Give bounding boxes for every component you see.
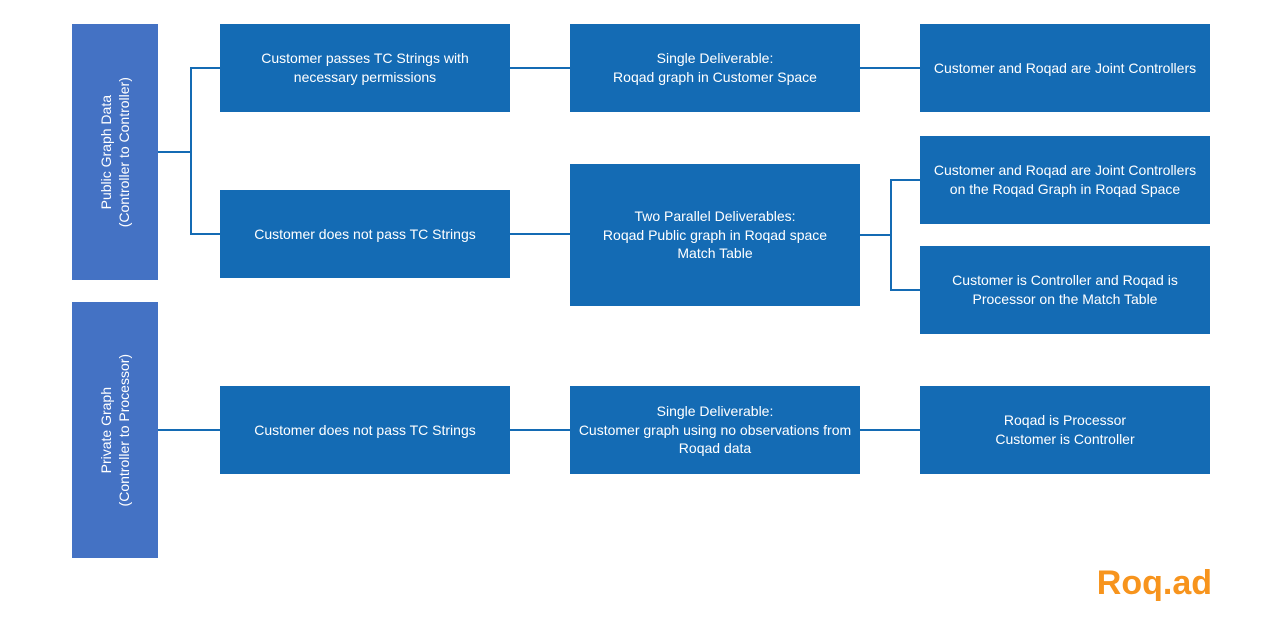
label-public-line2: (Controller to Controller) bbox=[116, 77, 132, 227]
conn-r1-bc bbox=[860, 67, 920, 69]
text-row3-c1: Roqad is Processor bbox=[1004, 412, 1126, 428]
conn-r3-ab bbox=[510, 429, 570, 431]
box-row3-b: Single Deliverable: Customer graph using… bbox=[570, 386, 860, 474]
box-row3-c: Roqad is Processor Customer is Controlle… bbox=[920, 386, 1210, 474]
text-row3-b1: Single Deliverable: bbox=[657, 403, 774, 419]
label-public-line1: Public Graph Data bbox=[98, 95, 114, 209]
box-row2-a: Customer does not pass TC Strings bbox=[220, 190, 510, 278]
conn-pub-stem bbox=[158, 151, 190, 153]
text-row2-b1: Two Parallel Deliverables: bbox=[634, 208, 795, 224]
conn-priv-a bbox=[158, 429, 220, 431]
brand-logo: Roq.ad bbox=[1097, 564, 1212, 603]
text-row2-a: Customer does not pass TC Strings bbox=[254, 225, 476, 244]
conn-pub-top bbox=[190, 67, 220, 69]
conn-r1-ab bbox=[510, 67, 570, 69]
box-row2-c1: Customer and Roqad are Joint Controllers… bbox=[920, 136, 1210, 224]
label-private-line2: (Controller to Processor) bbox=[116, 354, 132, 507]
text-row2-c1: Customer and Roqad are Joint Controllers… bbox=[928, 161, 1202, 199]
label-private-line1: Private Graph bbox=[98, 387, 114, 473]
text-row2-b2: Roqad Public graph in Roqad space bbox=[603, 227, 827, 243]
box-row1-a: Customer passes TC Strings with necessar… bbox=[220, 24, 510, 112]
text-row1-b2: Roqad graph in Customer Space bbox=[613, 69, 817, 85]
text-row2-c2: Customer is Controller and Roqad is Proc… bbox=[928, 271, 1202, 309]
label-public-graph: Public Graph Data (Controller to Control… bbox=[72, 24, 158, 280]
brand-text: Roq.ad bbox=[1097, 564, 1212, 602]
conn-r2-bot bbox=[890, 289, 920, 291]
box-row3-a: Customer does not pass TC Strings bbox=[220, 386, 510, 474]
text-row2-b3: Match Table bbox=[677, 245, 752, 261]
conn-pub-vert bbox=[190, 67, 192, 235]
text-row1-b1: Single Deliverable: bbox=[657, 50, 774, 66]
text-row1-c: Customer and Roqad are Joint Controllers bbox=[934, 59, 1196, 78]
conn-r3-bc bbox=[860, 429, 920, 431]
conn-r2-vert bbox=[890, 179, 892, 291]
text-row3-b2: Customer graph using no observations fro… bbox=[579, 422, 851, 457]
conn-pub-bot bbox=[190, 233, 220, 235]
box-row1-b: Single Deliverable: Roqad graph in Custo… bbox=[570, 24, 860, 112]
text-row1-a: Customer passes TC Strings with necessar… bbox=[228, 49, 502, 87]
box-row2-c2: Customer is Controller and Roqad is Proc… bbox=[920, 246, 1210, 334]
label-private-graph: Private Graph (Controller to Processor) bbox=[72, 302, 158, 558]
conn-r2-b-stem bbox=[860, 234, 890, 236]
conn-r2-ab bbox=[510, 233, 570, 235]
text-row3-a: Customer does not pass TC Strings bbox=[254, 421, 476, 440]
box-row2-b: Two Parallel Deliverables: Roqad Public … bbox=[570, 164, 860, 306]
text-row3-c2: Customer is Controller bbox=[995, 431, 1134, 447]
box-row1-c: Customer and Roqad are Joint Controllers bbox=[920, 24, 1210, 112]
conn-r2-top bbox=[890, 179, 920, 181]
